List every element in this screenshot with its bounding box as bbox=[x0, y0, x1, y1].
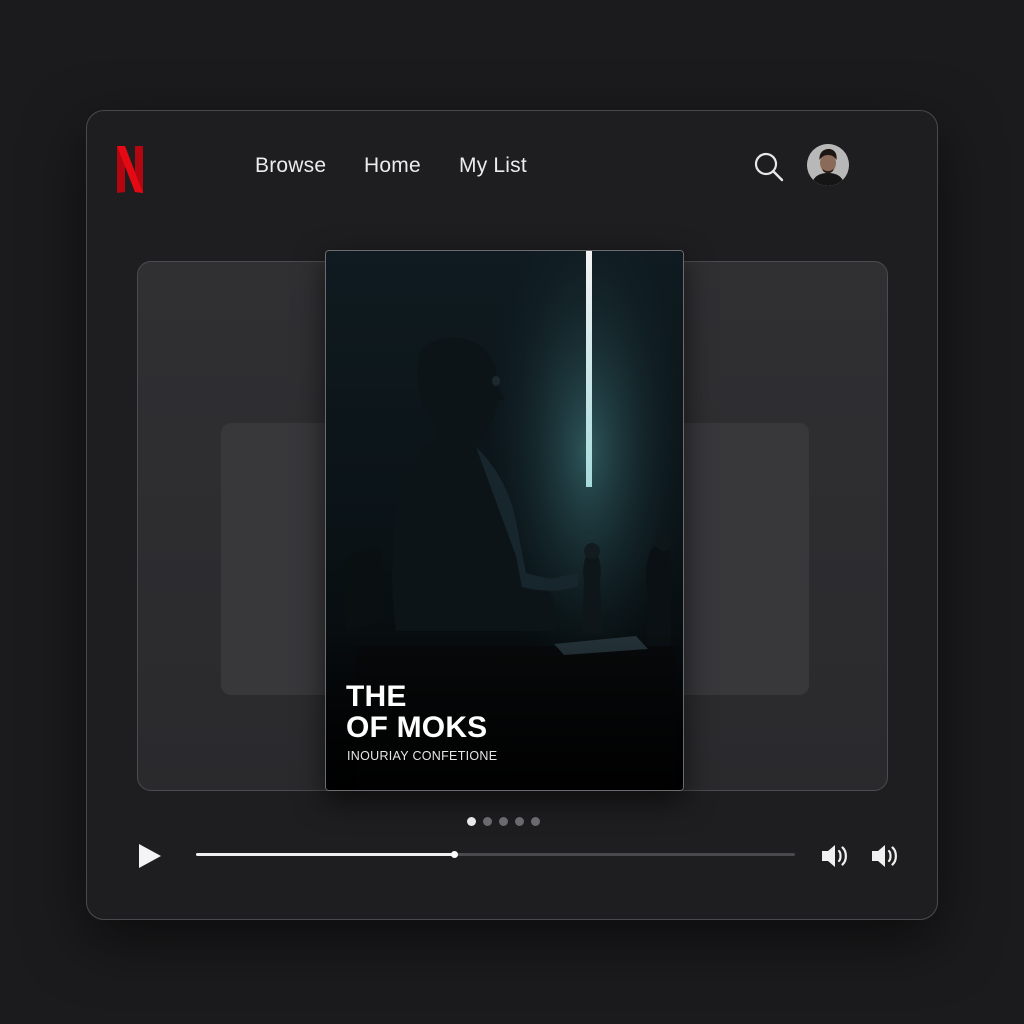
progress-fill bbox=[196, 853, 454, 856]
nav-item-home[interactable]: Home bbox=[364, 154, 421, 178]
carousel-dot[interactable] bbox=[499, 817, 508, 826]
nav-item-browse[interactable]: Browse bbox=[255, 154, 326, 178]
carousel-dot[interactable] bbox=[483, 817, 492, 826]
carousel-indicator bbox=[467, 817, 540, 827]
volume-icon[interactable] bbox=[820, 842, 852, 870]
poster-title-line-1: THE bbox=[346, 680, 407, 713]
carousel-dot[interactable] bbox=[515, 817, 524, 826]
carousel-dot[interactable] bbox=[467, 817, 476, 826]
progress-bar[interactable] bbox=[196, 851, 795, 858]
nav-item-my-list[interactable]: My List bbox=[459, 154, 527, 178]
carousel-dot[interactable] bbox=[531, 817, 540, 826]
avatar[interactable] bbox=[807, 144, 849, 186]
search-icon[interactable] bbox=[752, 150, 786, 184]
featured-poster[interactable]: THE OF MOKS INOURIAY CONFETIONE bbox=[325, 250, 684, 791]
volume-icon[interactable] bbox=[870, 842, 902, 870]
netflix-logo-icon[interactable] bbox=[115, 144, 145, 194]
poster-subtitle: INOURIAY CONFETIONE bbox=[347, 749, 498, 763]
progress-knob[interactable] bbox=[450, 851, 458, 858]
play-icon[interactable] bbox=[134, 840, 166, 872]
poster-title-line-2: OF MOKS bbox=[346, 711, 488, 744]
poster-title: THE OF MOKS bbox=[346, 681, 487, 743]
